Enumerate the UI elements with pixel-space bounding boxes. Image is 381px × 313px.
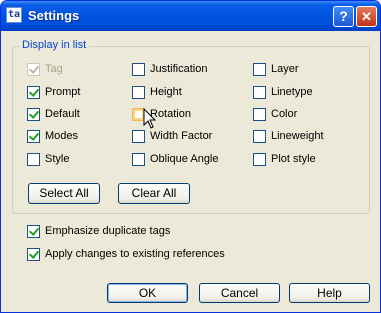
checkbox-box[interactable] bbox=[253, 85, 266, 99]
checkbox-box[interactable] bbox=[253, 107, 266, 121]
group-label: Display in list bbox=[19, 39, 90, 51]
checkbox-apply-changes[interactable]: Apply changes to existing references bbox=[27, 247, 225, 261]
checkbox-emphasize-duplicate-tags[interactable]: Emphasize duplicate tags bbox=[27, 224, 170, 238]
checkbox-label: Apply changes to existing references bbox=[45, 248, 225, 260]
select-all-button[interactable]: Select All bbox=[28, 183, 100, 204]
checkbox-label: Style bbox=[45, 153, 70, 165]
checkbox-lineweight[interactable]: Lineweight bbox=[253, 129, 324, 143]
checkbox-label: Default bbox=[45, 108, 80, 120]
checkbox-justification[interactable]: Justification bbox=[132, 62, 207, 76]
cancel-button[interactable]: Cancel bbox=[199, 283, 280, 303]
settings-dialog: ta Settings ? ✕ Display in list Tag Prom… bbox=[0, 0, 381, 313]
checkbox-box[interactable] bbox=[253, 62, 266, 76]
title-bar[interactable]: ta Settings ? ✕ bbox=[1, 1, 380, 31]
checkbox-label: Lineweight bbox=[271, 130, 324, 142]
checkbox-modes[interactable]: Modes bbox=[27, 129, 78, 143]
checkbox-label: Emphasize duplicate tags bbox=[45, 225, 171, 237]
checkbox-label: Tag bbox=[45, 63, 63, 75]
checkbox-box bbox=[27, 62, 40, 76]
checkbox-width-factor[interactable]: Width Factor bbox=[132, 129, 212, 143]
close-button[interactable]: ✕ bbox=[356, 6, 377, 27]
dialog-title: Settings bbox=[28, 8, 80, 23]
checkbox-label: Width Factor bbox=[150, 130, 213, 142]
checkbox-label: Layer bbox=[271, 63, 299, 75]
app-icon: ta bbox=[6, 7, 22, 23]
checkbox-oblique-angle[interactable]: Oblique Angle bbox=[132, 152, 219, 166]
checkbox-box[interactable] bbox=[27, 85, 40, 99]
checkbox-layer[interactable]: Layer bbox=[253, 62, 299, 76]
help-button[interactable]: Help bbox=[289, 283, 370, 303]
checkbox-box[interactable] bbox=[132, 129, 145, 143]
checkbox-box[interactable] bbox=[132, 152, 145, 166]
checkbox-box[interactable] bbox=[27, 107, 40, 121]
checkbox-plot-style[interactable]: Plot style bbox=[253, 152, 316, 166]
checkbox-tag: Tag bbox=[27, 62, 63, 76]
checkbox-box[interactable] bbox=[27, 247, 40, 261]
checkbox-label: Plot style bbox=[271, 153, 316, 165]
ok-button[interactable]: OK bbox=[107, 283, 188, 303]
checkbox-label: Oblique Angle bbox=[150, 153, 219, 165]
checkbox-label: Prompt bbox=[45, 86, 81, 98]
checkbox-box[interactable] bbox=[253, 129, 266, 143]
checkbox-label: Color bbox=[271, 108, 298, 120]
checkbox-box[interactable] bbox=[27, 224, 40, 238]
clear-all-button[interactable]: Clear All bbox=[118, 183, 190, 204]
checkbox-box[interactable] bbox=[27, 129, 40, 143]
checkbox-height[interactable]: Height bbox=[132, 85, 182, 99]
checkbox-prompt[interactable]: Prompt bbox=[27, 85, 80, 99]
checkbox-label: Modes bbox=[45, 130, 79, 142]
checkbox-box[interactable] bbox=[27, 152, 40, 166]
checkbox-rotation[interactable]: Rotation bbox=[132, 107, 191, 121]
checkbox-default[interactable]: Default bbox=[27, 107, 80, 121]
checkbox-color[interactable]: Color bbox=[253, 107, 297, 121]
checkbox-box[interactable] bbox=[132, 85, 145, 99]
checkbox-label: Height bbox=[150, 86, 182, 98]
checkbox-box[interactable] bbox=[132, 62, 145, 76]
mouse-cursor-icon bbox=[143, 108, 157, 129]
checkbox-style[interactable]: Style bbox=[27, 152, 69, 166]
checkbox-label: Linetype bbox=[271, 86, 313, 98]
checkbox-label: Justification bbox=[150, 63, 208, 75]
checkbox-box[interactable] bbox=[253, 152, 266, 166]
help-title-button[interactable]: ? bbox=[333, 6, 354, 27]
checkbox-linetype[interactable]: Linetype bbox=[253, 85, 313, 99]
